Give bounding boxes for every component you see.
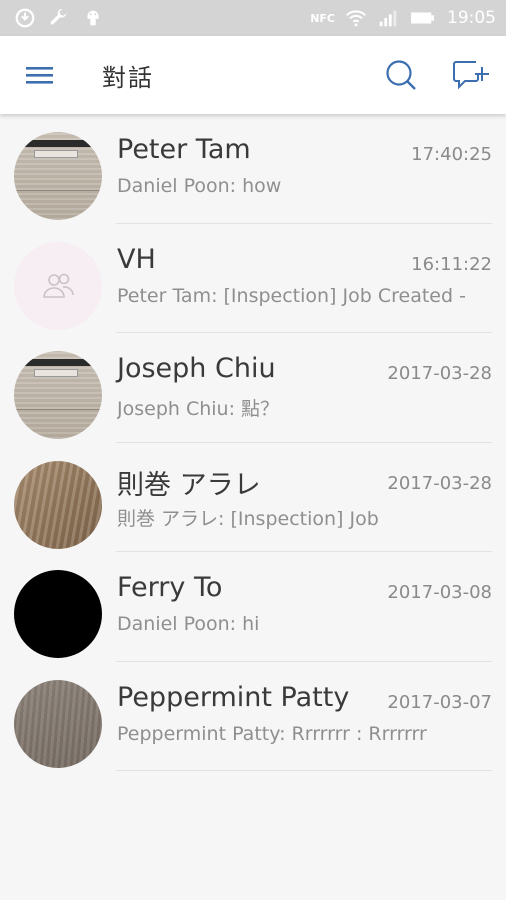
conversation-preview: Peppermint Patty: Rrrrrrr : Rrrrrrr [117, 722, 427, 745]
conversation-time: 2017-03-28 [387, 472, 492, 494]
conversation-preview: Peter Tam: [Inspection] Job Created - [117, 284, 466, 307]
conversation-item[interactable]: Peppermint Patty 2017-03-07 Peppermint P… [0, 662, 506, 771]
search-icon[interactable] [382, 56, 420, 94]
android-icon [87, 10, 99, 26]
battery-icon [411, 12, 434, 24]
conversation-item[interactable]: Peter Tam 17:40:25 Daniel Poon: how [0, 114, 506, 224]
divider [116, 770, 492, 771]
conversation-time: 2017-03-07 [387, 691, 492, 713]
conversation-preview: Daniel Poon: how [117, 175, 282, 197]
avatar [14, 570, 102, 658]
conversation-preview: Daniel Poon: hi [117, 613, 260, 635]
status-left-icons [14, 7, 104, 29]
conversation-name: Ferry To [117, 572, 223, 603]
conversation-time: 17:40:25 [411, 144, 492, 165]
app-bar: 對話 [0, 36, 506, 114]
sync-icon [15, 8, 35, 28]
group-placeholder-icon [43, 273, 74, 298]
conversation-time: 16:11:22 [411, 253, 492, 275]
conversation-name: Peppermint Patty [117, 681, 350, 713]
avatar [14, 132, 102, 220]
avatar [14, 241, 102, 330]
conversation-list: Peter Tam 17:40:25 Daniel Poon: how VH 1… [0, 114, 506, 771]
conversation-time: 2017-03-08 [387, 582, 492, 603]
conversation-preview: 則巻 アラレ: [Inspection] Job [117, 507, 379, 530]
conversation-preview: Joseph Chiu: 點？ [117, 398, 280, 420]
conversation-name: Peter Tam [117, 134, 251, 165]
conversation-item[interactable]: VH 16:11:22 Peter Tam: [Inspection] Job … [0, 224, 506, 333]
conversation-item[interactable]: 則巻 アラレ 2017-03-28 則巻 アラレ: [Inspection] J… [0, 443, 506, 552]
conversation-name: Joseph Chiu [117, 353, 276, 384]
conversation-time: 2017-03-28 [387, 363, 492, 384]
menu-icon[interactable] [20, 58, 60, 92]
conversation-name: VH [117, 243, 156, 275]
avatar [14, 460, 102, 549]
nfc-icon: NFC [310, 11, 335, 25]
conversation-item[interactable]: Ferry To 2017-03-08 Daniel Poon: hi [0, 552, 506, 662]
wifi-icon [346, 10, 366, 27]
signal-icon [379, 10, 397, 27]
conversation-name: 則巻 アラレ [117, 469, 261, 501]
status-right-icons: NFC 19:05 [310, 7, 496, 29]
avatar [14, 679, 102, 768]
avatar [14, 351, 102, 439]
wrench-icon [50, 8, 67, 25]
page-title: 對話 [102, 64, 154, 92]
new-chat-icon[interactable] [450, 56, 490, 94]
conversation-item[interactable]: Joseph Chiu 2017-03-28 Joseph Chiu: 點？ [0, 333, 506, 443]
status-bar: NFC 19:05 [0, 0, 506, 36]
status-time: 19:05 [447, 8, 496, 28]
